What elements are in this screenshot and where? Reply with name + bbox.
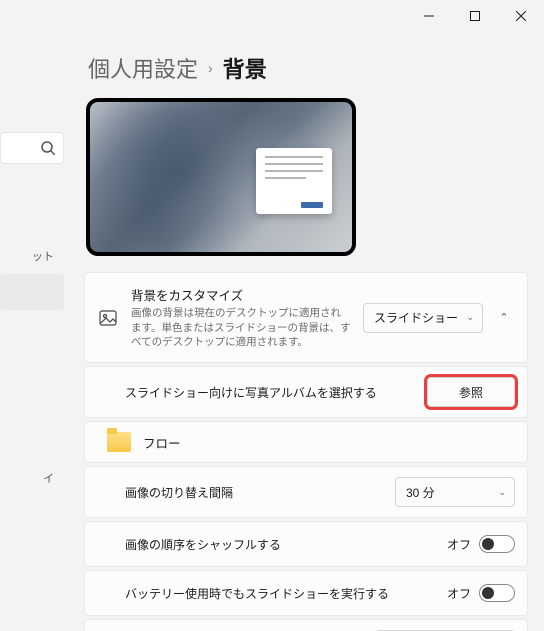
close-icon: [516, 11, 526, 21]
battery-toggle[interactable]: オフ: [447, 584, 515, 602]
window-titlebar: [0, 0, 544, 32]
search-icon: [41, 141, 55, 155]
sidebar-partial: ット イ: [0, 32, 68, 631]
browse-button-label: 参照: [459, 384, 483, 401]
breadcrumb-current: 背景: [223, 52, 267, 84]
shuffle-state-text: オフ: [447, 536, 471, 553]
background-mode-dropdown[interactable]: スライドショー ⌄: [363, 303, 483, 333]
sidebar-item-personalization-fragment[interactable]: [0, 274, 64, 310]
folder-icon: [107, 432, 131, 452]
row-personalize-background: 背景をカスタマイズ 画像の背景は現在のデスクトップに適用されます。単色またはスラ…: [84, 272, 528, 363]
row-album-folder[interactable]: フロー: [84, 421, 528, 463]
toggle-track: [479, 535, 515, 553]
picture-icon: [97, 307, 119, 329]
breadcrumb: 個人用設定 › 背景: [88, 52, 528, 84]
sidebar-item-fragment-2[interactable]: イ: [0, 460, 64, 496]
row-fit: デスクトップ画像に合うものを選択 ページ幅に合わせる ⌄: [84, 619, 528, 631]
row-choose-album: スライドショー向けに写真アルバムを選択する 参照: [84, 366, 528, 418]
personalize-title: 背景をカスタマイズ: [131, 285, 351, 304]
sidebar-item-fragment-1[interactable]: ット: [0, 238, 64, 274]
search-input[interactable]: [0, 132, 64, 164]
browse-button[interactable]: 参照: [427, 377, 515, 407]
toggle-track: [479, 584, 515, 602]
chevron-up-icon: ⌃: [499, 311, 508, 324]
minimize-button[interactable]: [406, 0, 452, 32]
maximize-button[interactable]: [452, 0, 498, 32]
row-battery: バッテリー使用時でもスライドショーを実行する オフ: [84, 570, 528, 616]
interval-value: 30 分: [406, 484, 435, 501]
chevron-down-icon: ⌄: [498, 487, 506, 498]
maximize-icon: [470, 11, 480, 21]
profile-fragment: [0, 78, 68, 112]
breadcrumb-parent[interactable]: 個人用設定: [88, 52, 198, 84]
row-shuffle: 画像の順序をシャッフルする オフ: [84, 521, 528, 567]
row-interval: 画像の切り替え間隔 30 分 ⌄: [84, 466, 528, 518]
main-content: 個人用設定 › 背景 背景をカスタマイズ 画像の背景は現在のデスクトップに適用さ…: [68, 32, 544, 631]
personalize-subtitle: 画像の背景は現在のデスクトップに適用されます。単色またはスライドショーの背景は、…: [131, 306, 351, 350]
preview-dialog-mock: [256, 148, 332, 214]
chevron-down-icon: ⌄: [466, 312, 474, 323]
interval-label: 画像の切り替え間隔: [125, 484, 383, 501]
chevron-right-icon: ›: [208, 60, 213, 76]
shuffle-toggle[interactable]: オフ: [447, 535, 515, 553]
battery-state-text: オフ: [447, 585, 471, 602]
shuffle-label: 画像の順序をシャッフルする: [125, 536, 435, 553]
close-button[interactable]: [498, 0, 544, 32]
background-preview: [86, 98, 356, 256]
battery-label: バッテリー使用時でもスライドショーを実行する: [125, 585, 435, 602]
album-folder-name: フロー: [143, 433, 515, 452]
expand-collapse-button[interactable]: ⌃: [493, 307, 515, 329]
choose-album-label: スライドショー向けに写真アルバムを選択する: [125, 384, 415, 401]
minimize-icon: [424, 11, 434, 21]
background-mode-value: スライドショー: [374, 309, 458, 326]
interval-dropdown[interactable]: 30 分 ⌄: [395, 477, 515, 507]
